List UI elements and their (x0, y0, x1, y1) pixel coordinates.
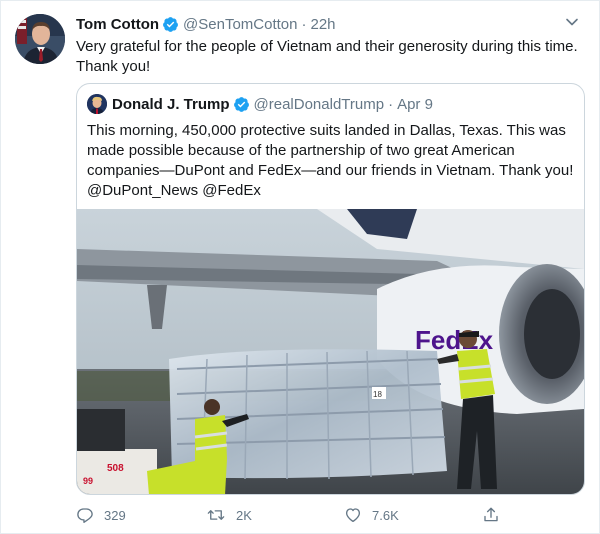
photo-fedex-cargo-unload: FedEx 18 508 99 (77, 209, 584, 494)
tweet-header: Tom Cotton @SenTomCotton · 22h (76, 14, 336, 34)
verified-badge-icon (233, 96, 250, 113)
tweet-timestamp[interactable]: 22h (310, 16, 335, 33)
retweet-icon (207, 510, 225, 520)
quoted-tweet[interactable]: Donald J. Trump @realDonaldTrump · Apr 9… (76, 83, 585, 495)
person-avatar-icon (15, 14, 65, 64)
separator-dot: · (301, 15, 307, 33)
tweet-text: Very grateful for the people of Vietnam … (76, 38, 578, 75)
person-avatar-icon (87, 94, 107, 114)
quoted-tweet-photo[interactable]: FedEx 18 508 99 (77, 209, 584, 494)
author-name[interactable]: Tom Cotton (76, 16, 159, 33)
chevron-down-icon[interactable] (563, 13, 581, 31)
share-icon (484, 507, 498, 522)
quoted-tweet-header: Donald J. Trump @realDonaldTrump · Apr 9 (87, 94, 433, 114)
quoted-author-name[interactable]: Donald J. Trump (112, 96, 230, 113)
vehicle-number-2: 99 (83, 476, 93, 486)
vehicle-number: 508 (107, 463, 124, 474)
share-button[interactable] (482, 504, 510, 526)
like-button[interactable]: 7.6K (344, 504, 399, 526)
reply-button[interactable]: 329 (76, 504, 126, 526)
author-avatar[interactable] (15, 14, 65, 64)
like-count: 7.6K (372, 507, 399, 523)
heart-icon (345, 508, 361, 523)
tweet-actions: 329 2K 7.6K (76, 504, 506, 526)
quoted-tweet-text: This morning, 450,000 protective suits l… (87, 122, 574, 199)
quoted-tweet-timestamp[interactable]: Apr 9 (397, 96, 433, 113)
verified-badge-icon (162, 16, 179, 33)
crate-label: 18 (373, 390, 382, 399)
retweet-count: 2K (236, 507, 252, 523)
retweet-button[interactable]: 2K (206, 504, 252, 526)
quoted-author-avatar (87, 94, 107, 114)
separator-dot: · (388, 95, 394, 113)
reply-count: 329 (104, 507, 126, 523)
author-handle[interactable]: @SenTomCotton (183, 16, 297, 33)
quoted-author-handle[interactable]: @realDonaldTrump (254, 96, 385, 113)
reply-icon (77, 508, 93, 523)
tweet-card[interactable]: Tom Cotton @SenTomCotton · 22h Very grat… (0, 0, 600, 534)
